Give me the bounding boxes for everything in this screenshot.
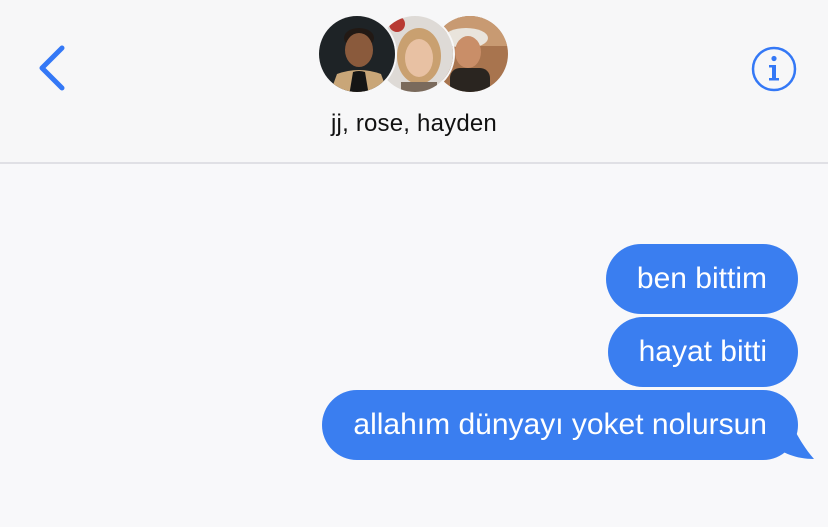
bubble-tail xyxy=(772,416,814,459)
message-bubble[interactable]: hayat bitti xyxy=(607,317,798,387)
message-bubble[interactable]: ben bittim xyxy=(605,244,798,314)
message-thread[interactable]: ben bittim hayat bitti allahım dünyayı y… xyxy=(0,164,828,527)
back-button[interactable] xyxy=(32,40,76,96)
group-name[interactable]: jj, rose, hayden xyxy=(0,110,828,138)
chevron-left-icon xyxy=(39,45,65,91)
avatar-jj xyxy=(317,14,397,94)
conversation-header: jj, rose, hayden xyxy=(0,0,828,164)
info-icon xyxy=(751,46,797,92)
message-bubble[interactable]: allahım dünyayı yoket nolursun xyxy=(322,390,798,460)
info-button[interactable] xyxy=(750,45,798,93)
group-avatars[interactable] xyxy=(317,14,512,96)
messages-screen: jj, rose, hayden ben bittim hayat bitti … xyxy=(0,0,828,527)
